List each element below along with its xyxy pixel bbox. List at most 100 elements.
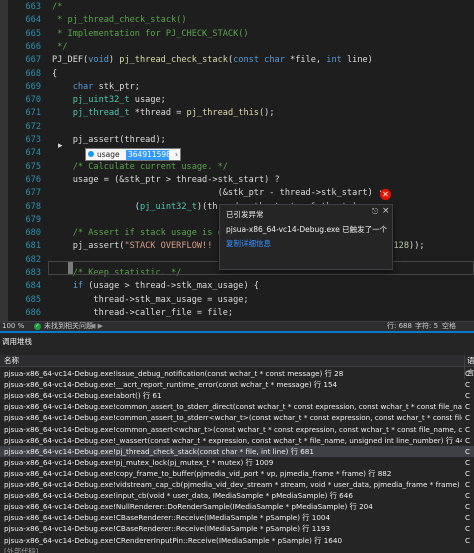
pin-icon[interactable] xyxy=(88,151,94,157)
copy-details-link[interactable]: 复制详细信息 xyxy=(226,238,271,249)
code-token: pj_uint32_t xyxy=(139,201,197,212)
code-line[interactable]: 671 pj_thread_t *thread = pj_thread_this… xyxy=(0,107,474,120)
line-number: 665 xyxy=(25,28,41,39)
line-number: 682 xyxy=(25,254,41,265)
exception-popup[interactable]: 已引发异常 ⎋ × pjsua-x86_64-vc14-Debug.exe 已触… xyxy=(219,204,393,270)
line-code: (&stk_ptr - thread->stk_start) : xyxy=(52,187,384,200)
call-stack-panel[interactable]: 调用堆栈 名称 语言 pjsua-x86_64-vc14-Debug.exe!i… xyxy=(0,331,474,553)
exception-message: pjsua-x86_64-vc14-Debug.exe 已触发了一个 xyxy=(226,225,388,234)
line-number: 664 xyxy=(25,15,41,26)
table-row[interactable]: pjsua-x86_64-vc14-Debug.exe!CBaseRendere… xyxy=(0,512,474,523)
code-token: 128 xyxy=(393,241,410,252)
code-token: usage; xyxy=(129,95,166,106)
code-token: pj_assert(thread); xyxy=(52,135,166,145)
frame-name: pjsua-x86_64-vc14-Debug.exe!pj_thread_ch… xyxy=(4,446,314,456)
whitespace-indicator[interactable]: 空格 xyxy=(442,322,456,331)
code-line[interactable]: 668 { xyxy=(0,68,474,81)
line-code: pj_assert(thread); xyxy=(52,134,166,147)
frame-name: pjsua-x86_64-vc14-Debug.exe!input_cb(voi… xyxy=(4,491,353,501)
code-line[interactable]: 674 xyxy=(0,147,474,160)
zoom-level[interactable]: 100 % xyxy=(2,322,24,331)
error-icon[interactable]: ✕ xyxy=(380,189,391,200)
frame-language: C xyxy=(465,457,471,467)
code-line[interactable]: 670 pj_uint32_t usage; xyxy=(0,94,474,107)
line-number: 675 xyxy=(25,161,41,172)
check-icon: ✓ xyxy=(34,323,41,330)
table-row[interactable]: pjsua-x86_64-vc14-Debug.exe!common_asser… xyxy=(0,401,474,412)
table-row[interactable]: [外部代码] xyxy=(0,546,474,553)
code-token: char xyxy=(72,81,94,92)
code-line[interactable]: 664 * pj_thread_check_stack() xyxy=(0,14,474,27)
code-token: "STACK OVERFLOW!! " xyxy=(124,241,223,252)
code-line[interactable]: 663 /* xyxy=(0,1,474,14)
code-token: /* Calculate current usage. */ xyxy=(52,161,228,172)
exception-title: 已引发异常 xyxy=(226,210,264,219)
code-line[interactable]: 673 pj_assert(thread); xyxy=(0,134,474,147)
column-indicator: 字符: 5 xyxy=(415,322,439,330)
table-row[interactable]: pjsua-x86_64-vc14-Debug.exe!vidstream_ca… xyxy=(0,479,474,490)
chevron-down-icon[interactable]: › xyxy=(175,149,178,160)
table-row[interactable]: pjsua-x86_64-vc14-Debug.exe!_wassert(con… xyxy=(0,435,474,446)
code-line[interactable]: 667 PJ_DEF(void) pj_thread_check_stack(co… xyxy=(0,54,474,67)
code-line[interactable]: 677 (&stk_ptr - thread->stk_start) : xyxy=(0,187,474,200)
line-number: 686 xyxy=(25,307,41,318)
code-line[interactable]: 666 */ xyxy=(0,41,474,54)
line-number: 676 xyxy=(25,174,41,185)
code-token: PJ_DEF( xyxy=(52,55,89,66)
table-row[interactable]: pjsua-x86_64-vc14-Debug.exe!copy_frame_t… xyxy=(0,468,474,479)
frame-language: C xyxy=(465,402,471,412)
datatip-name: usage xyxy=(97,150,120,159)
table-row[interactable]: pjsua-x86_64-vc14-Debug.exe!abort() 行 61… xyxy=(0,390,474,401)
line-indicator: 行: 688 xyxy=(387,322,412,330)
code-token: * Implementation for PJ_CHECK_STACK() xyxy=(52,28,249,39)
frame-language: C xyxy=(465,480,471,489)
code-line[interactable]: 684 if (usage > thread->stk_max_usage) { xyxy=(0,280,474,293)
frame-language: C xyxy=(465,435,471,445)
code-line[interactable]: 672 xyxy=(0,121,474,134)
table-row[interactable]: pjsua-x86_64-vc14-Debug.exe!CBaseRendere… xyxy=(0,523,474,534)
code-line[interactable]: 669 char stk_ptr; xyxy=(0,81,474,94)
line-number: 680 xyxy=(25,228,41,239)
frame-name: pjsua-x86_64-vc14-Debug.exe!common_asser… xyxy=(4,413,462,423)
line-code: * Implementation for PJ_CHECK_STACK() xyxy=(52,28,249,41)
nav-arrows-icon[interactable]: ◀ ▶ xyxy=(90,322,103,331)
pin-icon[interactable]: ⎋ xyxy=(372,207,378,217)
table-row[interactable]: pjsua-x86_64-vc14-Debug.exe!input_cb(voi… xyxy=(0,490,474,501)
table-row[interactable]: pjsua-x86_64-vc14-Debug.exe!pj_mutex_loc… xyxy=(0,457,474,468)
table-row[interactable]: pjsua-x86_64-vc14-Debug.exe!common_asser… xyxy=(0,424,474,435)
text-cursor xyxy=(68,262,73,274)
frame-language: C xyxy=(465,502,471,512)
code-line[interactable]: 665 * Implementation for PJ_CHECK_STACK(… xyxy=(0,28,474,41)
code-line[interactable]: 686 thread->caller_file = file; xyxy=(0,307,474,320)
frame-language: C xyxy=(465,524,471,534)
close-icon[interactable]: × xyxy=(382,206,390,216)
table-row[interactable]: pjsua-x86_64-vc14-Debug.exe!issue_debug_… xyxy=(0,368,474,379)
table-row[interactable]: pjsua-x86_64-vc14-Debug.exe!CRendererInp… xyxy=(0,535,474,546)
frame-name: pjsua-x86_64-vc14-Debug.exe!CBaseRendere… xyxy=(4,524,331,534)
issues-status[interactable]: 未找到相关问题 xyxy=(44,322,93,331)
code-line[interactable]: 676 usage = (&stk_ptr > thread->stk_star… xyxy=(0,174,474,187)
frame-language: C xyxy=(465,424,471,434)
table-row-selected[interactable]: pjsua-x86_64-vc14-Debug.exe!pj_thread_ch… xyxy=(0,445,474,457)
column-header-name[interactable]: 名称 xyxy=(4,355,19,367)
frame-name: pjsua-x86_64-vc14-Debug.exe!NullRenderer… xyxy=(4,502,373,512)
datatip-value[interactable]: 3649115984 xyxy=(126,150,176,160)
line-number: 677 xyxy=(25,188,41,199)
frame-name: pjsua-x86_64-vc14-Debug.exe!issue_debug_… xyxy=(4,369,344,378)
table-row[interactable]: pjsua-x86_64-vc14-Debug.exe!common_asser… xyxy=(0,412,474,423)
code-line[interactable]: 675 /* Calculate current usage. */ xyxy=(0,161,474,174)
line-code: /* xyxy=(52,1,62,14)
code-token: ) xyxy=(108,55,120,66)
table-row[interactable]: pjsua-x86_64-vc14-Debug.exe!NullRenderer… xyxy=(0,501,474,512)
code-token: * pj_thread_check_stack() xyxy=(52,15,187,26)
table-row[interactable]: pjsua-x86_64-vc14-Debug.exe!__acrt_repor… xyxy=(0,379,474,390)
code-editor[interactable]: 663/* 664 * pj_thread_check_stack() 665 * … xyxy=(0,0,474,321)
code-line[interactable]: 685 thread->stk_max_usage = usage; xyxy=(0,294,474,307)
code-token: /* xyxy=(52,2,63,12)
frame-language: C xyxy=(465,513,471,523)
datatip[interactable]: usage 3649115984 › xyxy=(85,148,181,161)
frame-name: pjsua-x86_64-vc14-Debug.exe!pj_mutex_loc… xyxy=(4,457,274,467)
frame-language: C xyxy=(465,446,471,456)
code-token: usage = (&stk_ptr > thread->stk_start) ? xyxy=(52,174,280,185)
